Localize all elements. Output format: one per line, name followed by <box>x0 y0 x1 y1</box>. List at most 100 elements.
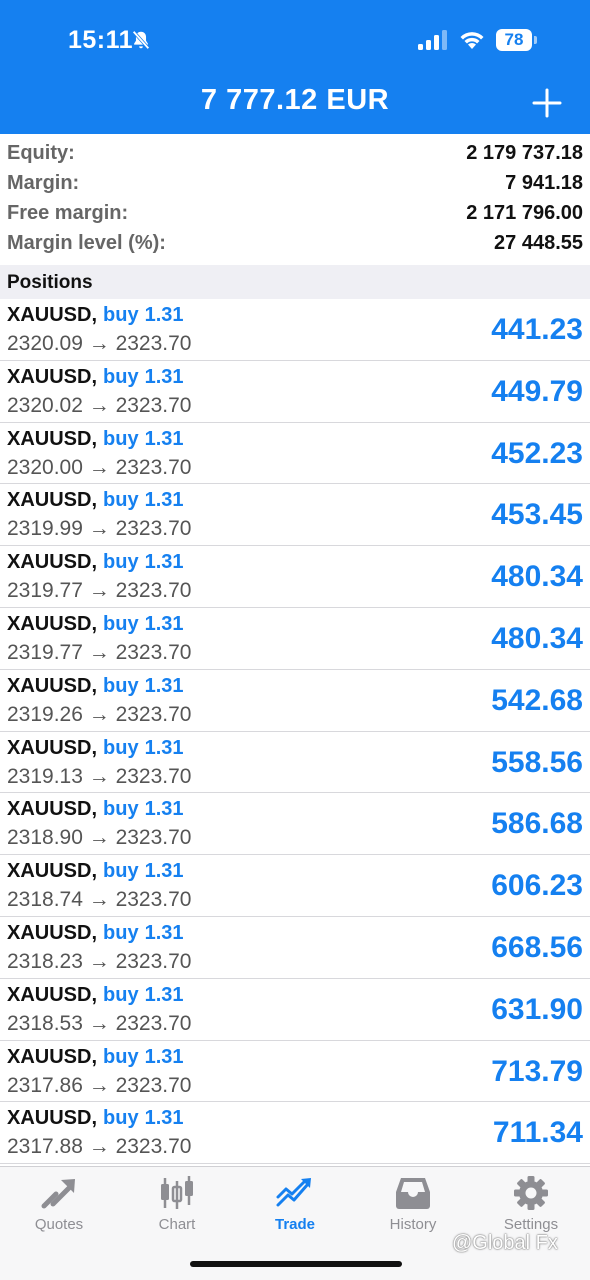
position-separator: , <box>91 304 98 326</box>
position-side: buy <box>103 427 139 450</box>
position-lots: 1.31 <box>144 304 184 326</box>
position-row[interactable]: XAUUSD, buy 1.31 2320.02 → 2323.70 449.79 <box>0 361 590 423</box>
position-lots: 1.31 <box>144 860 184 883</box>
position-row[interactable]: XAUUSD, buy 1.31 2318.90 → 2323.70 586.68 <box>0 793 590 856</box>
position-side: buy <box>103 1045 139 1068</box>
cellular-signal-icon <box>418 30 447 50</box>
position-title: XAUUSD, buy 1.31 <box>7 675 184 698</box>
position-separator: , <box>91 674 98 697</box>
position-symbol: XAUUSD <box>7 860 92 883</box>
position-separator: , <box>91 427 98 450</box>
position-side: buy <box>103 612 139 635</box>
position-row[interactable]: XAUUSD, buy 1.31 2319.99 → 2323.70 453.45 <box>0 484 590 547</box>
position-row[interactable]: XAUUSD, buy 1.31 2319.26 → 2323.70 542.68 <box>0 670 590 732</box>
candlestick-icon <box>161 1176 193 1209</box>
position-row[interactable]: XAUUSD, buy 1.31 2320.09 → 2323.70 441.23 <box>0 299 590 361</box>
position-lots: 1.31 <box>144 1107 184 1130</box>
position-title: XAUUSD, buy 1.31 <box>7 366 184 389</box>
position-separator: , <box>91 798 98 821</box>
position-prices: 2318.90 → 2323.70 <box>7 826 192 850</box>
position-side: buy <box>103 983 139 1006</box>
position-title: XAUUSD, buy 1.31 <box>7 551 184 574</box>
status-time: 15:11 <box>68 26 134 54</box>
position-row[interactable]: XAUUSD, buy 1.31 2318.53 → 2323.70 631.90 <box>0 979 590 1041</box>
position-side: buy <box>103 551 139 574</box>
position-profit: 480.34 <box>491 560 583 594</box>
position-symbol: XAUUSD <box>7 612 92 635</box>
position-row[interactable]: XAUUSD, buy 1.31 2319.13 → 2323.70 558.56 <box>0 732 590 794</box>
position-side: buy <box>103 736 139 759</box>
position-lots: 1.31 <box>144 674 184 697</box>
position-symbol: XAUUSD <box>7 427 92 450</box>
position-lots: 1.31 <box>144 365 184 388</box>
position-symbol: XAUUSD <box>7 1107 92 1130</box>
position-title: XAUUSD, buy 1.31 <box>7 737 184 760</box>
position-separator: , <box>91 551 98 574</box>
position-separator: , <box>91 612 98 635</box>
position-row[interactable]: XAUUSD, buy 1.31 2318.23 → 2323.70 668.56 <box>0 917 590 979</box>
position-separator: , <box>91 1045 98 1068</box>
position-title: XAUUSD, buy 1.31 <box>7 1046 184 1069</box>
summary-label: Equity: <box>7 142 75 164</box>
position-profit: 441.23 <box>491 313 583 346</box>
position-lots: 1.31 <box>144 489 184 512</box>
summary-value: 7 941.18 <box>505 172 583 194</box>
position-symbol: XAUUSD <box>7 304 92 326</box>
position-side: buy <box>103 365 139 388</box>
position-title: XAUUSD, buy 1.31 <box>7 922 184 945</box>
position-title: XAUUSD, buy 1.31 <box>7 489 184 512</box>
position-separator: , <box>91 921 98 944</box>
summary-value: 27 448.55 <box>494 232 583 254</box>
position-prices: 2320.00 → 2323.70 <box>7 455 192 479</box>
position-lots: 1.31 <box>144 983 184 1006</box>
summary-value: 2 171 796.00 <box>466 202 583 224</box>
position-prices: 2319.99 → 2323.70 <box>7 517 192 541</box>
summary-row-equity: Equity: 2 179 737.18 <box>0 138 590 168</box>
position-side: buy <box>103 798 139 821</box>
position-side: buy <box>103 1107 139 1130</box>
position-row[interactable]: XAUUSD, buy 1.31 2319.77 → 2323.70 480.34 <box>0 546 590 608</box>
position-row[interactable]: XAUUSD, buy 1.31 2320.00 → 2323.70 452.23 <box>0 423 590 485</box>
position-symbol: XAUUSD <box>7 983 92 1006</box>
tab-trade[interactable]: Trade <box>236 1167 354 1247</box>
position-symbol: XAUUSD <box>7 736 92 759</box>
position-prices: 2318.23 → 2323.70 <box>7 949 192 973</box>
position-side: buy <box>103 921 139 944</box>
position-symbol: XAUUSD <box>7 489 92 512</box>
position-lots: 1.31 <box>144 1045 184 1068</box>
bell-muted-icon <box>132 30 150 50</box>
tab-quotes[interactable]: Quotes <box>0 1167 118 1247</box>
position-row[interactable]: XAUUSD, buy 1.31 2317.86 → 2323.70 713.79 <box>0 1041 590 1103</box>
position-row[interactable]: XAUUSD, buy 1.31 2318.74 → 2323.70 606.23 <box>0 855 590 917</box>
position-side: buy <box>103 674 139 697</box>
position-profit: 631.90 <box>491 992 583 1026</box>
position-lots: 1.31 <box>144 427 184 450</box>
position-lots: 1.31 <box>144 612 184 635</box>
position-side: buy <box>103 304 139 326</box>
position-title: XAUUSD, buy 1.31 <box>7 304 184 327</box>
position-title: XAUUSD, buy 1.31 <box>7 798 184 821</box>
position-title: XAUUSD, buy 1.31 <box>7 428 184 451</box>
account-balance: 7 777.12 EUR <box>200 84 390 116</box>
position-symbol: XAUUSD <box>7 551 92 574</box>
position-symbol: XAUUSD <box>7 921 92 944</box>
position-prices: 2317.88 → 2323.70 <box>7 1135 192 1159</box>
positions-section-header: Positions <box>0 265 590 299</box>
position-profit: 586.68 <box>491 807 583 841</box>
position-lots: 1.31 <box>144 736 184 759</box>
position-separator: , <box>91 489 98 512</box>
top-bar: 15:11 78 7 777.12 EUR <box>0 0 590 134</box>
position-row[interactable]: XAUUSD, buy 1.31 2319.77 → 2323.70 480.34 <box>0 608 590 670</box>
watermark: @Global Fx <box>452 1232 558 1254</box>
new-order-plus-icon[interactable] <box>532 88 562 118</box>
position-row[interactable]: XAUUSD, buy 1.31 2317.88 → 2323.70 711.34 <box>0 1102 590 1165</box>
position-symbol: XAUUSD <box>7 1045 92 1068</box>
tab-label: Trade <box>274 1216 316 1233</box>
summary-row-margin-level: Margin level (%): 27 448.55 <box>0 228 590 258</box>
tab-chart[interactable]: Chart <box>118 1167 236 1247</box>
position-separator: , <box>91 1107 98 1130</box>
position-profit: 480.34 <box>491 621 583 655</box>
home-indicator[interactable] <box>190 1261 402 1267</box>
summary-label: Margin: <box>7 172 80 194</box>
position-lots: 1.31 <box>144 551 184 574</box>
